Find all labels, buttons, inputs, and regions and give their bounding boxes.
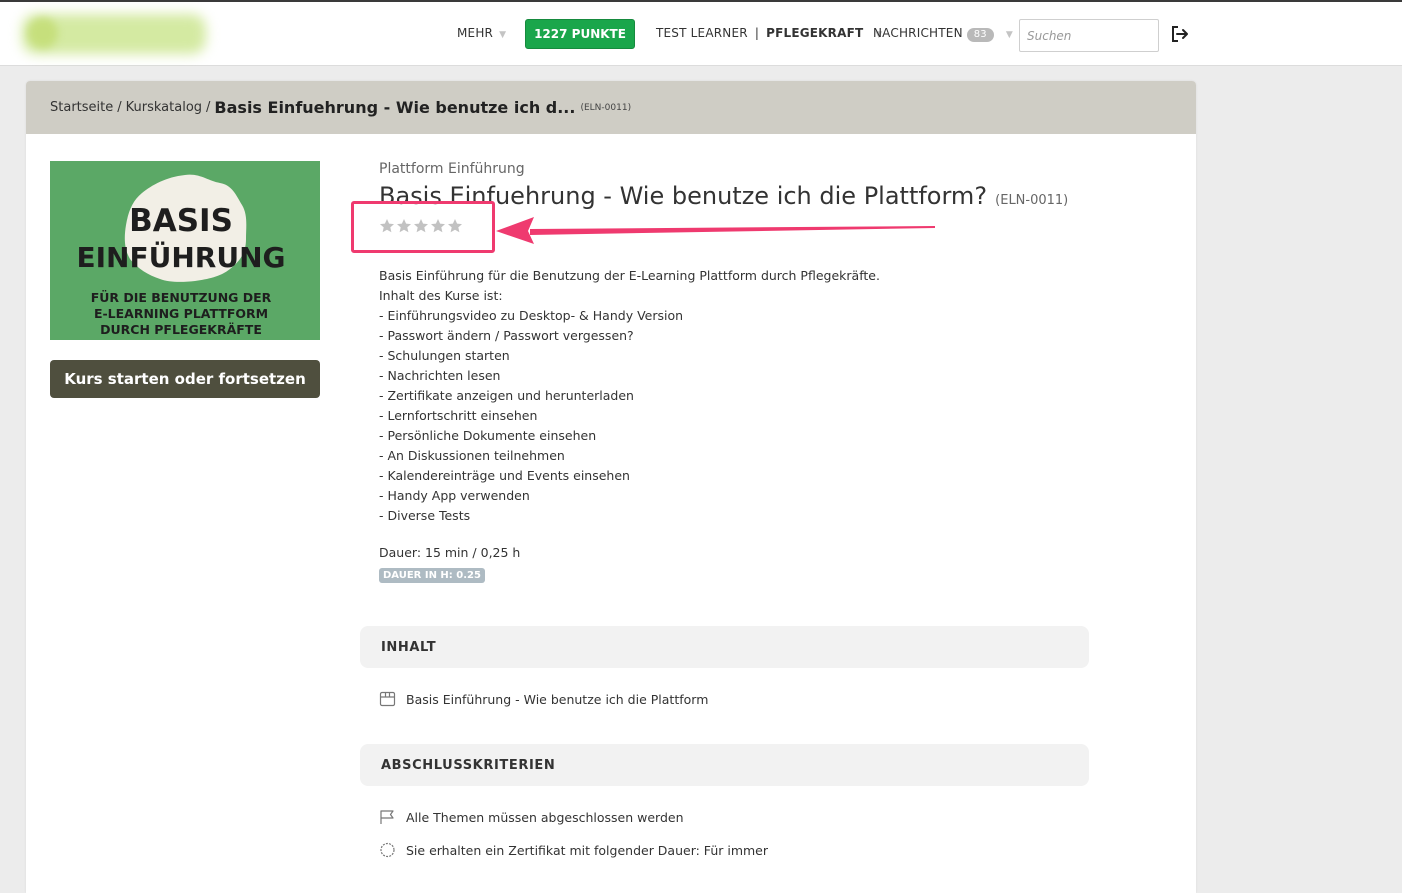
description-line: - Diverse Tests xyxy=(379,508,471,523)
course-thumbnail-image: BASIS EINFÜHRUNG FÜR DIE BENUTZUNG DER E… xyxy=(50,161,320,340)
course-image-line1: BASIS xyxy=(129,203,233,239)
user-role: PFLEGEKRAFT xyxy=(766,26,864,40)
breadcrumb-catalog-link[interactable]: Kurskatalog xyxy=(126,100,202,115)
course-image-line5: DURCH PFLEGEKRÄFTE xyxy=(100,322,262,337)
annotation-highlight-box xyxy=(351,201,495,253)
user-menu[interactable]: TEST LEARNER | PFLEGEKRAFT ▼ xyxy=(656,26,883,40)
content-item-label: Basis Einführung - Wie benutze ich die P… xyxy=(406,691,709,707)
content-section-header: INHALT xyxy=(360,626,1089,668)
flag-icon xyxy=(380,810,394,824)
description-line: - Handy App verwenden xyxy=(379,488,530,503)
description-line: Basis Einführung für die Benutzung der E… xyxy=(379,268,880,283)
certificate-icon xyxy=(380,842,395,858)
description-line: - Passwort ändern / Passwort vergessen? xyxy=(379,328,634,343)
user-name: TEST LEARNER xyxy=(656,26,748,40)
course-image-line4: E-LEARNING PLATTFORM xyxy=(94,306,268,321)
course-duration: Dauer: 15 min / 0,25 h xyxy=(379,545,521,560)
points-label: 1227 PUNKTE xyxy=(534,27,626,41)
start-course-button[interactable]: Kurs starten oder fortsetzen xyxy=(50,360,320,398)
site-logo-icon xyxy=(28,18,58,48)
nav-more-menu[interactable]: MEHR ▼ xyxy=(457,26,506,40)
course-image-line3: FÜR DIE BENUTZUNG DER xyxy=(91,290,272,305)
description-line: - Nachrichten lesen xyxy=(379,368,501,383)
criteria-section-header: ABSCHLUSSKRITERIEN xyxy=(360,744,1089,786)
breadcrumb-home-link[interactable]: Startseite xyxy=(50,100,113,115)
description-line: Inhalt des Kurse ist: xyxy=(379,288,503,303)
breadcrumb-separator: / xyxy=(206,100,211,115)
messages-label: NACHRICHTEN xyxy=(873,26,963,40)
search-input[interactable] xyxy=(1019,19,1159,52)
criteria-item: Alle Themen müssen abgeschlossen werden xyxy=(379,809,684,825)
annotation-arrow-icon xyxy=(496,217,935,244)
criteria-item: Sie erhalten ein Zertifikat mit folgende… xyxy=(379,842,768,858)
course-description: Basis Einführung für die Benutzung der E… xyxy=(379,266,880,526)
course-category: Plattform Einführung xyxy=(379,161,525,177)
breadcrumb-code: (ELN-0011) xyxy=(580,102,632,113)
logout-icon[interactable] xyxy=(1170,24,1190,44)
top-navigation-bar: MEHR ▼ 1227 PUNKTE TEST LEARNER | PFLEGEK… xyxy=(0,0,1402,66)
messages-menu[interactable]: NACHRICHTEN 83 ▼ xyxy=(873,26,1013,42)
package-icon xyxy=(379,691,396,707)
course-code: (ELN-0011) xyxy=(995,193,1069,208)
content-section-title: INHALT xyxy=(381,639,437,655)
criteria-item-label: Sie erhalten ein Zertifikat mit folgende… xyxy=(406,842,769,858)
chevron-down-icon: ▼ xyxy=(1005,30,1013,40)
messages-count-badge: 83 xyxy=(966,28,994,42)
description-line: - Einführungsvideo zu Desktop- & Handy V… xyxy=(379,308,684,323)
course-detail-panel: Startseite / Kurskatalog / Basis Einfueh… xyxy=(26,81,1196,893)
description-line: - Kalendereinträge und Events einsehen xyxy=(379,468,630,483)
points-button[interactable]: 1227 PUNKTE xyxy=(525,19,635,49)
user-separator: | xyxy=(754,26,760,40)
breadcrumb: Startseite / Kurskatalog / Basis Einfueh… xyxy=(26,81,1196,134)
description-line: - Schulungen starten xyxy=(379,348,510,363)
chevron-down-icon: ▼ xyxy=(499,30,507,40)
course-image-line2: EINFÜHRUNG xyxy=(77,240,286,274)
criteria-item-label: Alle Themen müssen abgeschlossen werden xyxy=(406,809,684,825)
breadcrumb-current: Basis Einfuehrung - Wie benutze ich d... xyxy=(214,98,576,117)
duration-badge: DAUER IN H: 0.25 xyxy=(379,568,485,583)
nav-more-label: MEHR xyxy=(457,26,494,40)
content-item[interactable]: Basis Einführung - Wie benutze ich die P… xyxy=(379,691,708,707)
criteria-section-title: ABSCHLUSSKRITERIEN xyxy=(381,757,556,773)
description-line: - Persönliche Dokumente einsehen xyxy=(379,428,597,443)
description-line: - An Diskussionen teilnehmen xyxy=(379,448,565,463)
breadcrumb-separator: / xyxy=(117,100,122,115)
description-line: - Zertifikate anzeigen und herunterladen xyxy=(379,388,634,403)
description-line: - Lernfortschritt einsehen xyxy=(379,408,538,423)
start-course-label: Kurs starten oder fortsetzen xyxy=(64,370,306,388)
